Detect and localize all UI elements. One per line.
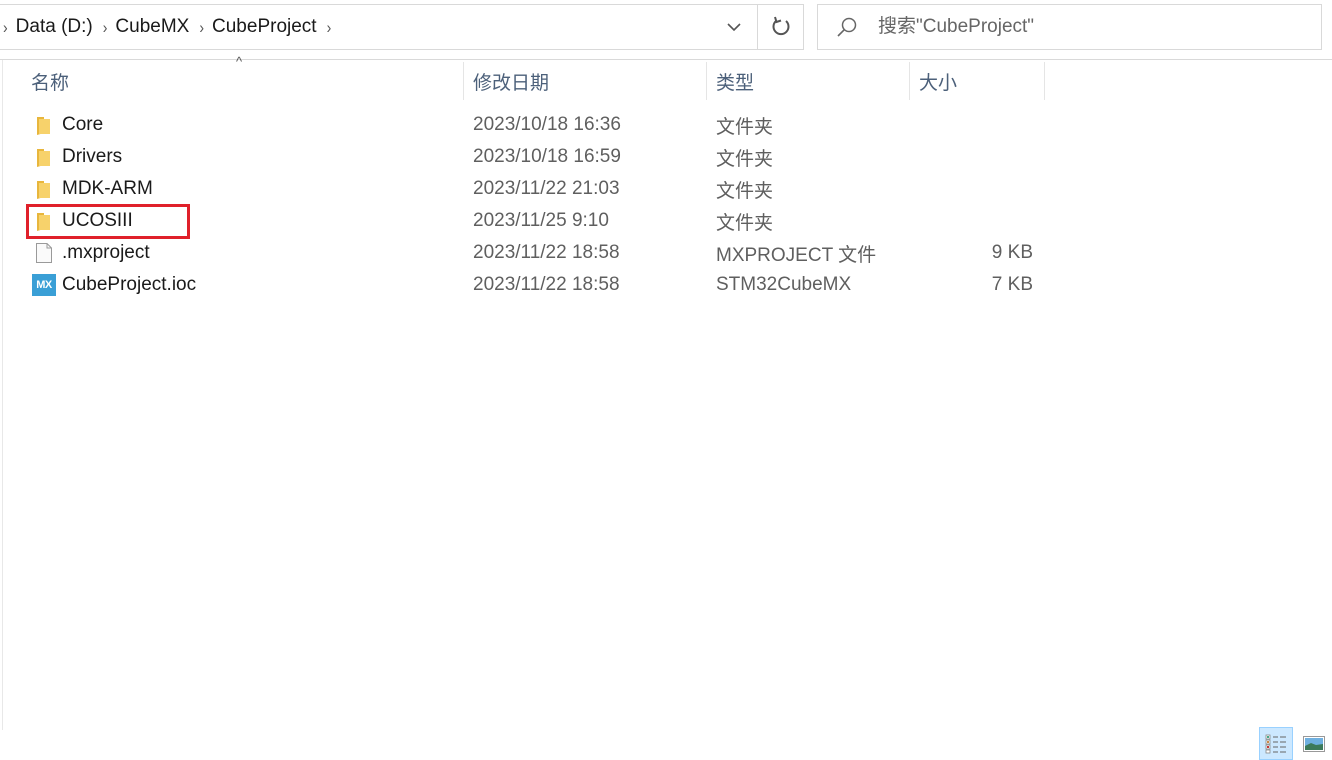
file-type: STM32CubeMX bbox=[716, 274, 852, 295]
file-size bbox=[910, 173, 1033, 205]
search-input[interactable] bbox=[878, 16, 1278, 38]
details-view-icon bbox=[1265, 734, 1286, 753]
file-date: 2023/10/18 16:36 bbox=[473, 114, 621, 135]
file-row-drivers[interactable]: Drivers 2023/10/18 16:59 文件夹 bbox=[0, 141, 1332, 173]
chevron-right-icon[interactable]: › bbox=[199, 17, 204, 36]
file-name: UCOSIII bbox=[62, 210, 133, 231]
large-icons-view-icon bbox=[1303, 735, 1325, 752]
file-type: 文件夹 bbox=[716, 116, 774, 138]
file-size bbox=[910, 109, 1033, 141]
file-date: 2023/11/22 21:03 bbox=[473, 178, 620, 199]
large-icons-view-button[interactable] bbox=[1297, 727, 1331, 760]
column-header-name[interactable]: 名称 bbox=[22, 62, 464, 100]
column-header: ^ 名称 修改日期 类型 大小 bbox=[0, 54, 1332, 100]
toolbar: › Data (D:) › CubeMX › CubeProject › bbox=[0, 0, 1332, 60]
column-label: 修改日期 bbox=[473, 72, 550, 94]
breadcrumb-item-cubeproject[interactable]: CubeProject bbox=[212, 16, 317, 38]
breadcrumb: › Data (D:) › CubeMX › CubeProject › bbox=[0, 5, 711, 49]
file-name: .mxproject bbox=[62, 242, 150, 263]
file-date: 2023/10/18 16:59 bbox=[473, 146, 621, 167]
folder-icon bbox=[32, 209, 56, 233]
folder-icon bbox=[32, 177, 56, 201]
file-row-core[interactable]: Core 2023/10/18 16:36 文件夹 bbox=[0, 109, 1332, 141]
address-history-button[interactable] bbox=[711, 5, 757, 49]
chevron-right-icon[interactable]: › bbox=[3, 17, 8, 36]
details-view-button[interactable] bbox=[1259, 727, 1293, 760]
breadcrumb-item-drive[interactable]: Data (D:) bbox=[16, 16, 93, 38]
chevron-down-icon bbox=[727, 22, 741, 31]
file-row-cubeproject-ioc[interactable]: MX CubeProject.ioc 2023/11/22 18:58 STM3… bbox=[0, 269, 1332, 301]
file-date: 2023/11/22 18:58 bbox=[473, 242, 620, 263]
mx-icon-label: MX bbox=[32, 274, 56, 296]
refresh-button[interactable] bbox=[757, 5, 803, 49]
stm32cubemx-icon: MX bbox=[32, 273, 56, 297]
file-row-ucosiii[interactable]: UCOSIII 2023/11/25 9:10 文件夹 bbox=[0, 205, 1332, 237]
file-size bbox=[910, 141, 1033, 173]
folder-icon bbox=[32, 113, 56, 137]
view-mode-switcher bbox=[1259, 727, 1331, 760]
file-row-mdk-arm[interactable]: MDK-ARM 2023/11/22 21:03 文件夹 bbox=[0, 173, 1332, 205]
file-name: Drivers bbox=[62, 146, 123, 167]
file-type: MXPROJECT 文件 bbox=[716, 244, 877, 266]
file-date: 2023/11/22 18:58 bbox=[473, 274, 620, 295]
file-size bbox=[910, 205, 1033, 237]
folder-icon bbox=[32, 145, 56, 169]
file-icon bbox=[32, 241, 56, 265]
file-type: 文件夹 bbox=[716, 212, 774, 234]
file-name: MDK-ARM bbox=[62, 178, 153, 199]
column-label: 大小 bbox=[919, 72, 958, 94]
file-row-mxproject[interactable]: .mxproject 2023/11/22 18:58 MXPROJECT 文件… bbox=[0, 237, 1332, 269]
file-size: 7 KB bbox=[991, 274, 1033, 295]
breadcrumb-item-cubemx[interactable]: CubeMX bbox=[115, 16, 189, 38]
file-type: 文件夹 bbox=[716, 180, 774, 202]
chevron-right-icon[interactable]: › bbox=[103, 17, 108, 36]
file-name: Core bbox=[62, 114, 104, 135]
search-box[interactable] bbox=[817, 4, 1322, 50]
column-header-size[interactable]: 大小 bbox=[910, 62, 1045, 100]
file-size: 9 KB bbox=[991, 242, 1033, 263]
address-bar[interactable]: › Data (D:) › CubeMX › CubeProject › bbox=[0, 4, 804, 50]
chevron-right-icon[interactable]: › bbox=[327, 17, 332, 36]
column-label: 名称 bbox=[31, 72, 70, 94]
file-list: Core 2023/10/18 16:36 文件夹 Drivers 2023/1… bbox=[0, 109, 1332, 301]
column-header-type[interactable]: 类型 bbox=[707, 62, 910, 100]
search-icon bbox=[836, 16, 860, 38]
column-label: 类型 bbox=[716, 72, 755, 94]
refresh-icon bbox=[772, 16, 789, 36]
file-name: CubeProject.ioc bbox=[62, 274, 197, 295]
file-date: 2023/11/25 9:10 bbox=[473, 210, 609, 231]
column-header-date[interactable]: 修改日期 bbox=[464, 62, 707, 100]
file-type: 文件夹 bbox=[716, 148, 774, 170]
